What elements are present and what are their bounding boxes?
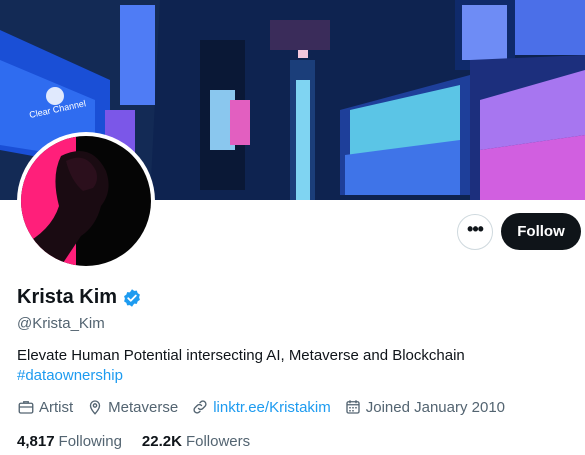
followers-link[interactable]: 22.2K Followers xyxy=(142,433,250,450)
briefcase-icon xyxy=(18,401,34,414)
bio-hashtag-link[interactable]: #dataownership xyxy=(17,366,465,386)
profile-handle: @Krista_Kim xyxy=(17,315,105,332)
verified-badge-icon[interactable] xyxy=(122,288,142,308)
followers-label: Followers xyxy=(185,433,251,450)
location-pin-icon xyxy=(89,400,101,415)
profile-bio: Elevate Human Potential intersecting AI,… xyxy=(17,346,465,386)
following-label: Following xyxy=(58,433,122,450)
joined-label: Joined January 2010 xyxy=(365,398,506,416)
profile-website[interactable]: linktr.ee/Kristakim xyxy=(191,398,331,416)
profile-name: Krista Kim xyxy=(17,286,118,308)
category-label: Artist xyxy=(39,398,74,416)
profile-name-row: Krista Kim xyxy=(17,286,142,309)
followers-count: 22.2K xyxy=(141,433,182,450)
link-icon xyxy=(193,400,207,414)
following-count: 4,817 xyxy=(17,433,55,450)
profile-location: Metaverse xyxy=(86,398,178,416)
profile-category: Artist xyxy=(17,398,73,416)
location-label: Metaverse xyxy=(108,398,179,416)
avatar-image xyxy=(21,136,151,266)
more-icon: ••• xyxy=(467,219,484,239)
following-link[interactable]: 4,817 Following xyxy=(17,433,122,450)
avatar[interactable] xyxy=(17,132,155,270)
website-link[interactable]: linktr.ee/Kristakim xyxy=(213,399,331,416)
more-options-button[interactable]: ••• xyxy=(457,214,493,250)
profile-joined: Joined January 2010 xyxy=(344,398,505,416)
profile-stats: 4,817 Following 22.2K Followers xyxy=(17,433,270,450)
calendar-icon xyxy=(346,400,360,414)
profile-meta: Artist Metaverse linktr.ee/Kristakim Joi… xyxy=(17,398,518,416)
bio-text: Elevate Human Potential intersecting AI,… xyxy=(17,347,465,364)
follow-button[interactable]: Follow xyxy=(501,213,581,250)
